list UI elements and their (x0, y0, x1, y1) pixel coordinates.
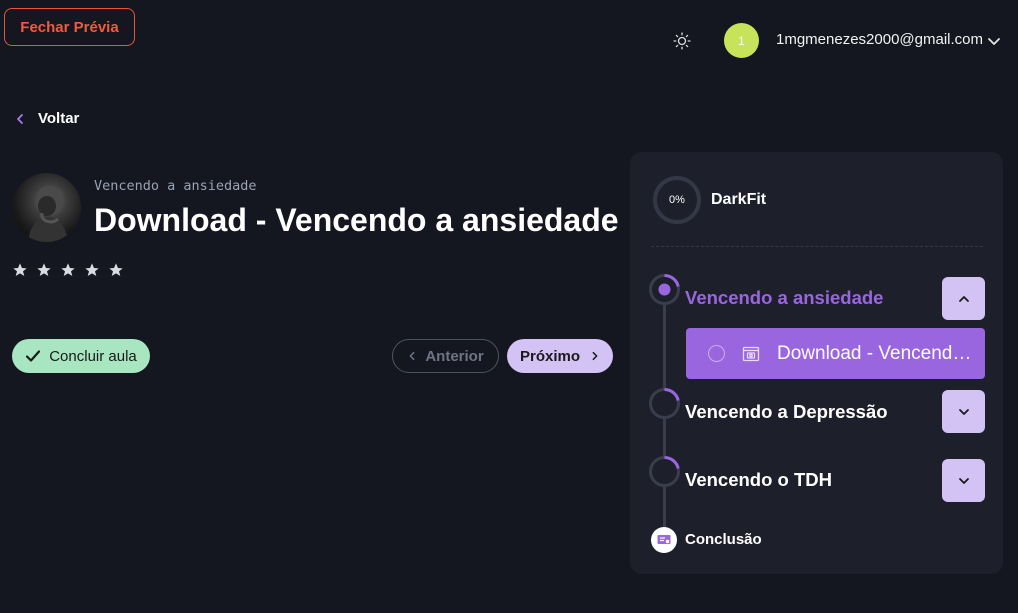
module-title[interactable]: Vencendo a ansiedade (685, 287, 883, 309)
progress-percent: 0% (669, 194, 685, 206)
theme-toggle-button[interactable] (668, 27, 696, 55)
module-title[interactable]: Vencendo o TDH (685, 469, 832, 491)
close-preview-button[interactable]: Fechar Prévia (4, 8, 135, 46)
course-subtitle: Vencendo a ansiedade (94, 178, 257, 194)
course-thumbnail (12, 173, 81, 242)
chevron-left-icon (17, 113, 23, 124)
previous-button[interactable]: Anterior (392, 339, 499, 373)
rating-stars[interactable] (12, 262, 124, 278)
star-icon[interactable] (84, 262, 100, 278)
user-avatar[interactable]: 1 (724, 23, 759, 58)
next-label: Próximo (519, 347, 580, 365)
certificate-icon (651, 527, 677, 553)
lesson-status-radio[interactable] (708, 345, 725, 362)
chevron-right-icon (592, 351, 598, 361)
module-progress-ring (649, 273, 680, 305)
chevron-left-icon (409, 351, 415, 361)
chevron-down-icon (958, 408, 969, 415)
module-expand-button[interactable] (942, 459, 985, 502)
lesson-label: Download - Vencendo a ansiedade (777, 342, 977, 364)
chevron-up-icon (958, 295, 969, 302)
statue-image (28, 186, 68, 242)
download-file-icon (742, 346, 760, 361)
course-name: DarkFit (711, 191, 767, 208)
chevron-down-icon[interactable] (986, 33, 1002, 49)
back-label: Voltar (38, 110, 80, 127)
star-icon[interactable] (12, 262, 28, 278)
conclusion-label[interactable]: Conclusão (685, 531, 762, 548)
module-progress-ring (649, 455, 680, 487)
chevron-down-icon (958, 477, 969, 484)
module-progress-ring (649, 387, 680, 419)
next-button[interactable]: Próximo (507, 339, 613, 373)
complete-lesson-button[interactable]: Concluir aula (12, 339, 150, 373)
page-title: Download - Vencendo a ansiedade (94, 202, 619, 238)
complete-lesson-label: Concluir aula (49, 347, 137, 365)
back-link[interactable]: Voltar (14, 110, 79, 127)
lesson-item[interactable]: Download - Vencendo a ansiedade (686, 328, 985, 379)
sun-icon (673, 32, 691, 50)
previous-label: Anterior (425, 347, 484, 365)
check-icon (26, 350, 41, 362)
module-expand-button[interactable] (942, 390, 985, 433)
module-title[interactable]: Vencendo a Depressão (685, 401, 888, 423)
divider (651, 246, 983, 247)
user-email[interactable]: 1mgmenezes2000@gmail.com (776, 31, 983, 48)
module-collapse-button[interactable] (942, 277, 985, 320)
star-icon[interactable] (60, 262, 76, 278)
star-icon[interactable] (36, 262, 52, 278)
star-icon[interactable] (108, 262, 124, 278)
